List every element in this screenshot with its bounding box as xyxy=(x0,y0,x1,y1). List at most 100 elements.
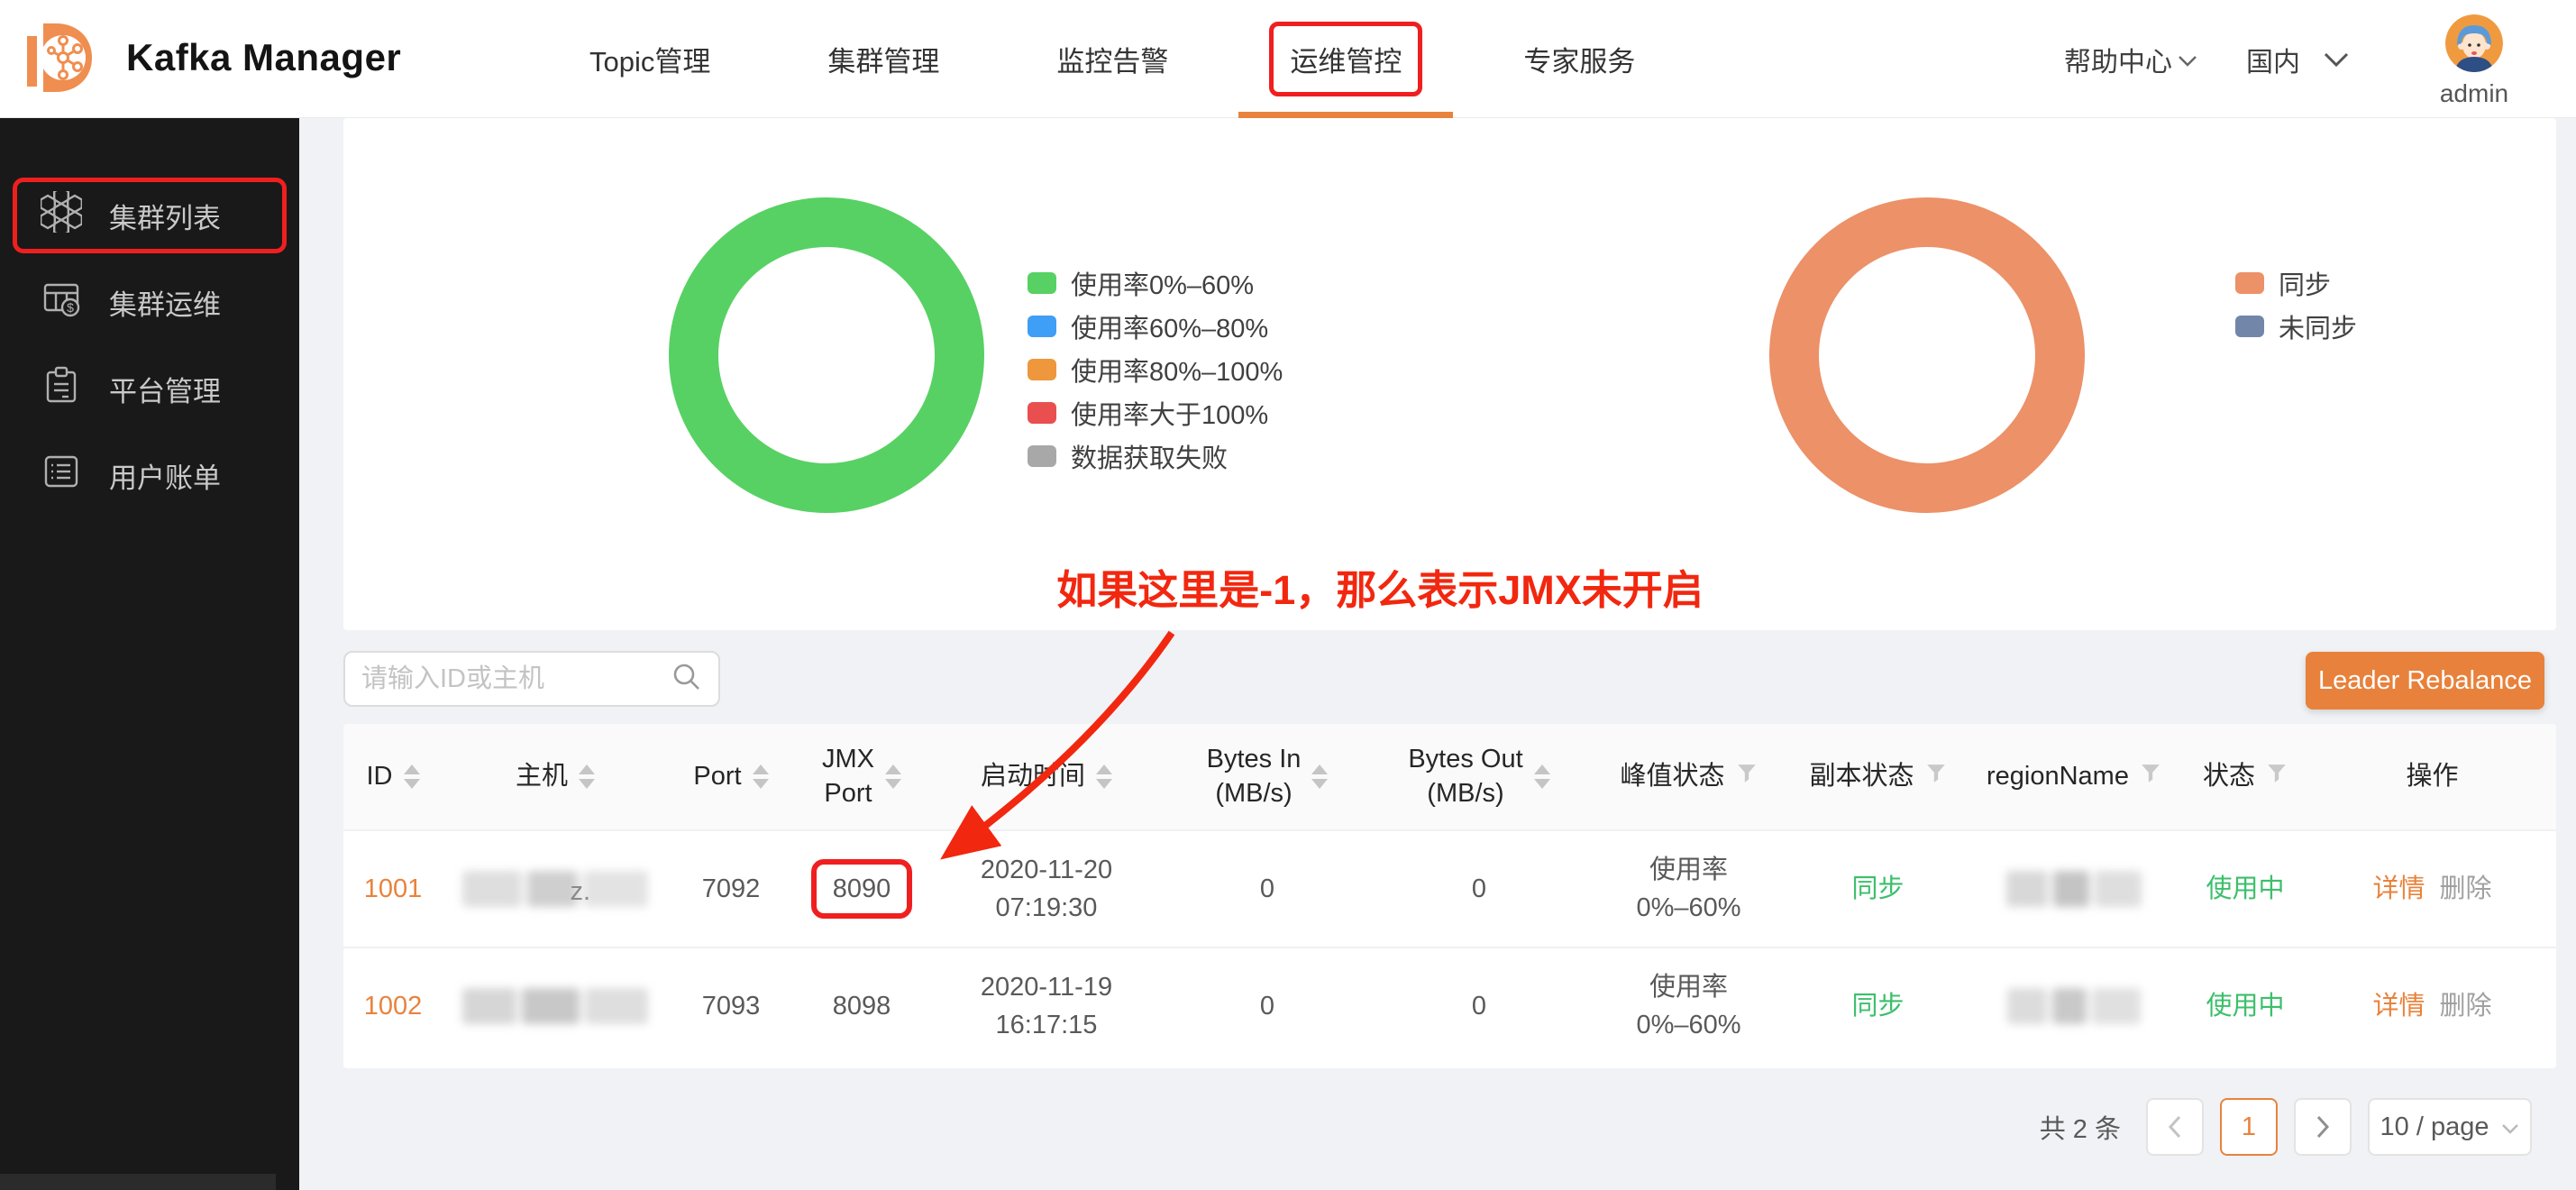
bytes-out-cell: 0 xyxy=(1471,991,1487,1021)
legend-swatch xyxy=(1028,445,1056,467)
filter-funnel-icon[interactable] xyxy=(1925,760,1947,794)
start-time-cell: 2020-11-20 07:19:30 xyxy=(980,855,1113,922)
sidebar-item-cluster-list[interactable]: 集群列表 xyxy=(13,178,287,253)
help-center-menu[interactable]: 帮助中心 xyxy=(2064,0,2197,118)
sidebar-item-label: 集群列表 xyxy=(109,202,221,234)
disk-usage-legend: 使用率0%–60% 使用率60%–80% 使用率80%–100% 使用率大于10… xyxy=(1028,261,1283,478)
billing-table-icon: $ xyxy=(41,278,82,326)
jmx-port-highlight: 8090 xyxy=(810,858,913,920)
leader-rebalance-button[interactable]: Leader Rebalance xyxy=(2306,652,2544,709)
legend-item[interactable]: 使用率80%–100% xyxy=(1028,348,1283,391)
jmx-port-cell: 8098 xyxy=(832,991,891,1021)
chevron-down-icon xyxy=(2324,44,2349,75)
legend-swatch xyxy=(1028,402,1056,424)
sidebar-item-label: 平台管理 xyxy=(109,375,221,407)
sidebar-item-platform[interactable]: 平台管理 xyxy=(13,351,287,426)
next-page-button[interactable] xyxy=(2294,1098,2352,1156)
region-selector[interactable]: 国内 xyxy=(2246,0,2349,118)
replica-sync-donut-chart xyxy=(1769,197,2085,513)
column-header-jmx-port[interactable]: JMX Port xyxy=(794,724,929,829)
tab-expert-service[interactable]: 专家服务 xyxy=(1507,0,1651,118)
sort-icon[interactable] xyxy=(1533,764,1550,789)
sort-icon[interactable] xyxy=(885,764,901,789)
legend-item[interactable]: 未同步 xyxy=(2235,305,2357,348)
sidebar-item-user-bill[interactable]: 用户账单 xyxy=(13,437,287,513)
sort-icon[interactable] xyxy=(1096,764,1112,789)
sort-icon[interactable] xyxy=(752,764,769,789)
pagination: 共 2 条 1 10 / page xyxy=(2040,1098,2532,1156)
prev-page-button[interactable] xyxy=(2146,1098,2204,1156)
tab-monitor-alert[interactable]: 监控告警 xyxy=(1040,0,1184,118)
search-box xyxy=(343,651,720,707)
honeycomb-cluster-icon xyxy=(40,186,84,240)
jmx-port-cell: 8090 xyxy=(794,831,929,947)
legend-item[interactable]: 同步 xyxy=(2235,261,2357,305)
sidebar-item-label: 集群运维 xyxy=(109,288,221,321)
tab-cluster-manage[interactable]: 集群管理 xyxy=(811,0,955,118)
region-cell-redacted xyxy=(1966,948,2182,1064)
column-header-bytes-out[interactable]: Bytes Out (MB/s) xyxy=(1371,724,1587,829)
port-cell: 7092 xyxy=(701,874,761,903)
filter-funnel-icon[interactable] xyxy=(2140,760,2161,794)
column-header-peak-status[interactable]: 峰值状态 xyxy=(1587,724,1790,829)
column-header-id[interactable]: ID xyxy=(343,724,443,829)
legend-swatch xyxy=(1028,359,1056,380)
sidebar: 集群列表 $ 集群运维 平台管理 用户账单 xyxy=(0,118,299,1190)
legend-swatch xyxy=(1028,272,1056,294)
host-cell-redacted: z. xyxy=(443,831,668,947)
detail-link[interactable]: 详情 xyxy=(2372,870,2425,908)
top-header: Kafka Manager Topic管理 集群管理 监控告警 运维管控 专家服… xyxy=(0,0,2576,118)
page-number-button[interactable]: 1 xyxy=(2220,1098,2278,1156)
start-time-cell: 2020-11-19 16:17:15 xyxy=(980,972,1113,1039)
sidebar-item-cluster-ops[interactable]: $ 集群运维 xyxy=(13,264,287,340)
page-size-select[interactable]: 10 / page xyxy=(2368,1098,2532,1156)
disk-usage-donut-chart xyxy=(669,197,984,513)
detail-link[interactable]: 详情 xyxy=(2372,987,2425,1025)
column-header-port[interactable]: Port xyxy=(668,724,794,829)
replica-status-cell: 同步 xyxy=(1851,874,1905,903)
bytes-in-cell: 0 xyxy=(1259,874,1275,903)
sort-icon[interactable] xyxy=(579,764,595,789)
column-header-region-name[interactable]: regionName xyxy=(1966,724,2182,829)
column-header-status[interactable]: 状态 xyxy=(2182,724,2308,829)
column-header-action: 操作 xyxy=(2406,761,2459,791)
delete-link[interactable]: 删除 xyxy=(2440,870,2492,908)
redacted-region xyxy=(2007,988,2141,1024)
filter-funnel-icon[interactable] xyxy=(1736,760,1758,794)
search-input[interactable] xyxy=(361,664,671,694)
column-header-host[interactable]: 主机 xyxy=(443,724,668,829)
status-cell: 使用中 xyxy=(2206,874,2285,903)
column-header-bytes-in[interactable]: Bytes In (MB/s) xyxy=(1164,724,1371,829)
cluster-overview-card: 使用率0%–60% 使用率60%–80% 使用率80%–100% 使用率大于10… xyxy=(343,118,2556,630)
tab-topic-manage[interactable]: Topic管理 xyxy=(573,0,726,118)
column-header-replica-status[interactable]: 副本状态 xyxy=(1790,724,1966,829)
legend-item[interactable]: 使用率60%–80% xyxy=(1028,305,1283,348)
delete-link[interactable]: 删除 xyxy=(2440,987,2492,1025)
sidebar-scrollbar[interactable] xyxy=(0,1174,276,1190)
legend-swatch xyxy=(1028,316,1056,337)
legend-item[interactable]: 数据获取失败 xyxy=(1028,435,1283,478)
port-cell: 7093 xyxy=(701,991,761,1021)
legend-item[interactable]: 使用率大于100% xyxy=(1028,391,1283,435)
sort-icon[interactable] xyxy=(1311,764,1329,789)
total-count-label: 共 2 条 xyxy=(2039,1115,2121,1144)
legend-item[interactable]: 使用率0%–60% xyxy=(1028,261,1283,305)
broker-table-card: ID 主机 Port JMX Port 启动时间 Bytes In (MB/s) B… xyxy=(343,724,2556,1068)
peak-status-cell: 使用率 0%–60% xyxy=(1636,855,1741,922)
column-header-start-time[interactable]: 启动时间 xyxy=(929,724,1164,829)
tab-ops-control[interactable]: 运维管控 xyxy=(1269,0,1423,118)
broker-id-link: 1001 xyxy=(363,874,423,903)
user-avatar[interactable] xyxy=(2445,14,2503,72)
table-row: 1002 7093 8098 2020-11-19 16:17:15 0 0 使用… xyxy=(343,947,2556,1064)
peak-status-cell: 使用率 0%–60% xyxy=(1636,972,1741,1039)
list-icon xyxy=(41,451,82,499)
bytes-out-cell: 0 xyxy=(1471,874,1487,903)
search-icon[interactable] xyxy=(671,662,702,697)
redacted-host xyxy=(462,871,648,907)
redacted-host xyxy=(462,988,648,1024)
sort-icon[interactable] xyxy=(403,764,420,789)
svg-text:$: $ xyxy=(67,300,74,315)
action-cell: 详情 删除 xyxy=(2308,948,2556,1064)
filter-funnel-icon[interactable] xyxy=(2266,760,2288,794)
clipboard-icon xyxy=(41,364,82,413)
